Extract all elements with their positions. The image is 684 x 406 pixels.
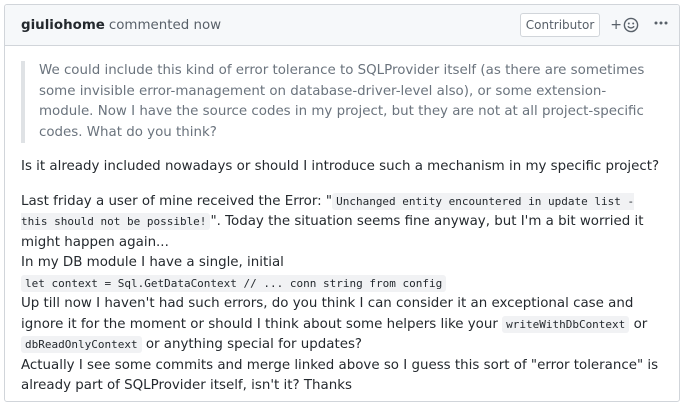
more-options-button[interactable] (653, 15, 669, 35)
kebab-horizontal-icon (654, 21, 668, 25)
question-paragraph: Is it already included nowadays or shoul… (21, 159, 660, 174)
details-paragraph: Last friday a user of mine received the … (21, 192, 659, 393)
read-context-code: dbReadOnlyContext (21, 336, 142, 353)
plus-icon: + (610, 17, 622, 33)
comment-header: giuliohome commented now Contributor + (5, 5, 679, 46)
quote-block: We could include this kind of error tole… (21, 61, 663, 143)
contributor-badge: Contributor (519, 13, 601, 37)
write-context-code: writeWithDbContext (502, 315, 630, 333)
comment-box: giuliohome commented now Contributor + W… (4, 4, 680, 402)
context-code: let context = Sql.GetDataContext // ... … (21, 274, 447, 292)
smiley-icon (623, 17, 639, 33)
comment-timestamp[interactable]: commented now (109, 18, 221, 33)
add-reaction-button[interactable]: + (610, 17, 639, 33)
author-link[interactable]: giuliohome (21, 18, 105, 33)
comment-body: We could include this kind of error tole… (5, 46, 679, 397)
